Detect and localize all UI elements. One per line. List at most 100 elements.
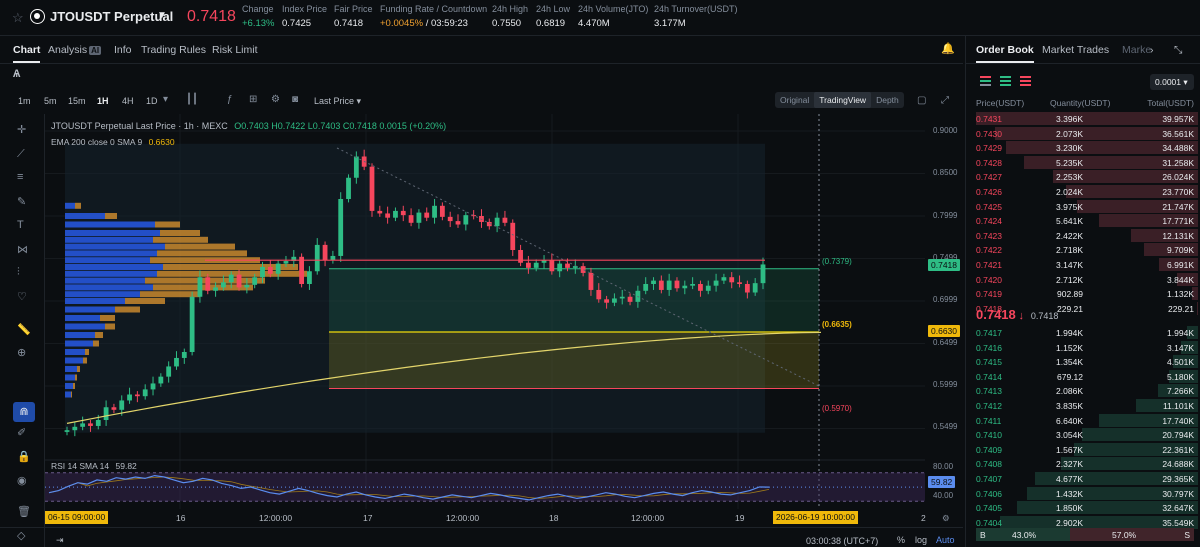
timeframe-1m[interactable]: 1m — [18, 96, 31, 106]
bid-row[interactable]: 0.7414 679.12 5.180K — [966, 369, 1198, 383]
tab-market-more[interactable]: Marke — [1122, 44, 1151, 56]
mode-both-icon[interactable] — [980, 76, 991, 86]
tab-analysis[interactable]: Analysis AI — [48, 44, 102, 56]
camera-icon[interactable]: ◙ — [292, 94, 298, 105]
indicators-icon[interactable]: ƒ — [227, 94, 233, 105]
axis-settings-icon[interactable]: ⚙ — [942, 513, 950, 524]
bid-row[interactable]: 0.7408 2.327K 24.688K — [966, 457, 1198, 471]
lock-icon[interactable]: 🔒 — [17, 450, 31, 463]
ask-row[interactable]: 0.7427 2.253K 26.024K — [966, 170, 1198, 184]
bid-row[interactable]: 0.7406 1.432K 30.797K — [966, 486, 1198, 500]
precision-select[interactable]: 0.0001 ▾ — [1150, 74, 1194, 90]
candle-body — [737, 282, 742, 284]
bid-row[interactable]: 0.7411 6.640K 17.740K — [966, 413, 1198, 427]
text-icon[interactable]: T — [17, 219, 24, 231]
ask-row[interactable]: 0.7426 2.024K 23.770K — [966, 185, 1198, 198]
bell-icon[interactable]: 🔔 — [941, 42, 955, 55]
mode-asks-icon[interactable] — [1020, 76, 1031, 86]
ask-row[interactable]: 0.7419 902.89 1.132K — [966, 287, 1198, 301]
bid-row[interactable]: 0.7412 3.835K 11.101K — [966, 399, 1198, 412]
ask-row[interactable]: 0.7429 3.230K 34.488K — [966, 141, 1198, 155]
bid-row[interactable]: 0.7413 2.086K 7.266K — [966, 384, 1198, 398]
crosshair-icon[interactable]: ✛ — [17, 123, 26, 136]
candle-body — [88, 423, 93, 426]
bid-row[interactable]: 0.7404 2.902K 35.549K — [966, 515, 1198, 529]
bid-row[interactable]: 0.7405 1.850K 32.647K — [966, 501, 1198, 515]
ruler-icon[interactable]: 📏 — [17, 323, 31, 336]
magnet-icon[interactable]: ⋒ — [13, 402, 35, 422]
ask-row[interactable]: 0.7428 5.235K 31.258K — [966, 155, 1198, 169]
timeframe-dropdown-icon[interactable]: ▾ — [163, 94, 168, 105]
ask-row[interactable]: 0.7420 2.712K 3.844K — [966, 272, 1198, 286]
tab-trading-rules[interactable]: Trading Rules — [141, 44, 206, 56]
ask-row[interactable]: 0.7424 5.641K 17.771K — [966, 214, 1198, 228]
timeframe-5m[interactable]: 5m — [44, 96, 57, 106]
tab-info[interactable]: Info — [114, 44, 132, 56]
eye-icon[interactable]: ◉ — [17, 474, 27, 487]
bid-row[interactable]: 0.7410 3.054K 20.794K — [966, 428, 1198, 442]
tab-chart[interactable]: Chart — [13, 44, 41, 63]
templates-icon[interactable]: ⊞ — [249, 94, 257, 105]
bid-total: 7.266K — [1167, 386, 1194, 397]
ask-row[interactable]: 0.7425 3.975K 21.747K — [966, 199, 1198, 213]
timeframe-1d[interactable]: 1D — [146, 96, 158, 106]
bid-row[interactable]: 0.7409 1.567K 22.361K — [966, 442, 1198, 456]
volume-profile-bar — [65, 284, 153, 291]
timeframe-4h[interactable]: 4H — [122, 96, 134, 106]
tab-order-book[interactable]: Order Book — [976, 44, 1034, 63]
favorite-heart-icon[interactable]: ♡ — [17, 290, 27, 303]
bid-row[interactable]: 0.7416 1.152K 3.147K — [966, 340, 1198, 354]
pattern-icon[interactable]: ⋈ — [17, 243, 28, 256]
auto-toggle[interactable]: Auto — [936, 535, 955, 545]
volume-profile-bar — [93, 340, 99, 347]
ask-quantity: 902.89 — [1057, 289, 1083, 300]
candle-body — [580, 266, 586, 273]
tabs-scroll-right-icon[interactable]: › — [1150, 44, 1154, 56]
stat-24h-volume: 24h Volume(JTO) 4.470M — [578, 4, 648, 29]
ask-row[interactable]: 0.7423 2.422K 12.131K — [966, 228, 1198, 242]
percent-toggle[interactable]: % — [897, 535, 905, 545]
ask-row[interactable]: 0.7430 2.073K 36.561K — [966, 126, 1198, 140]
candle-type-icon[interactable]: ┃┃ — [186, 94, 198, 105]
timeframe-1h[interactable]: 1H — [97, 96, 109, 106]
view-depth[interactable]: Depth — [871, 92, 904, 108]
mode-bids-icon[interactable] — [1000, 76, 1011, 86]
layout-icon[interactable]: ▢ — [917, 95, 926, 106]
trash-icon[interactable]: 🗑 — [17, 505, 31, 518]
ask-total: 17.771K — [1162, 216, 1194, 227]
bid-row[interactable]: 0.7407 4.677K 29.365K — [966, 472, 1198, 485]
fib-icon[interactable]: ≡ — [17, 171, 23, 183]
trendline-icon[interactable]: ⟋ — [17, 148, 25, 161]
favorite-star-icon[interactable]: ☆ — [12, 10, 24, 26]
timeframe-15m[interactable]: 15m — [68, 96, 86, 106]
view-tradingview[interactable]: TradingView — [814, 92, 872, 108]
zoom-icon[interactable]: ⊕ — [17, 346, 26, 359]
bid-total: 17.740K — [1162, 415, 1194, 426]
bid-row[interactable]: 0.7417 1.994K 1.994K — [966, 326, 1198, 339]
lock-draw-icon[interactable]: ✐ — [17, 426, 26, 439]
forecast-icon[interactable]: ⫶ — [17, 266, 20, 279]
price-down-arrow-icon: ↓ — [1018, 310, 1025, 322]
symbol-dropdown-icon[interactable]: ▼ — [157, 10, 167, 21]
settings-icon[interactable]: ⚙ — [271, 94, 280, 105]
bid-row[interactable]: 0.7415 1.354K 4.501K — [966, 355, 1198, 369]
volume-profile-bar — [105, 213, 117, 219]
tab-risk-limit[interactable]: Risk Limit — [212, 44, 258, 56]
tab-market-trades[interactable]: Market Trades — [1042, 44, 1109, 56]
fib-level-label: (0.6635) — [822, 320, 852, 329]
collapse-panel-icon[interactable]: ⤡ — [1174, 44, 1182, 57]
candle-body — [197, 277, 203, 297]
symbol-name[interactable]: JTOUSDT Perpetual — [50, 9, 173, 24]
ask-row[interactable]: 0.7422 2.718K 9.709K — [966, 243, 1198, 257]
clock[interactable]: 03:00:38 (UTC+7) — [806, 536, 878, 546]
price-source-dropdown[interactable]: Last Price ▾ — [314, 96, 361, 107]
brush-icon[interactable]: ✎ — [17, 195, 26, 208]
ask-row[interactable]: 0.7431 3.396K 39.957K — [966, 112, 1198, 125]
bid-price: 0.7407 — [976, 474, 1002, 484]
log-toggle[interactable]: log — [915, 535, 927, 545]
candle-body — [612, 298, 617, 303]
goto-date-icon[interactable]: ⇥ — [56, 535, 64, 546]
fullscreen-icon[interactable]: ⤢ — [941, 95, 949, 106]
view-original[interactable]: Original — [775, 92, 814, 108]
ask-row[interactable]: 0.7421 3.147K 6.991K — [966, 258, 1198, 271]
